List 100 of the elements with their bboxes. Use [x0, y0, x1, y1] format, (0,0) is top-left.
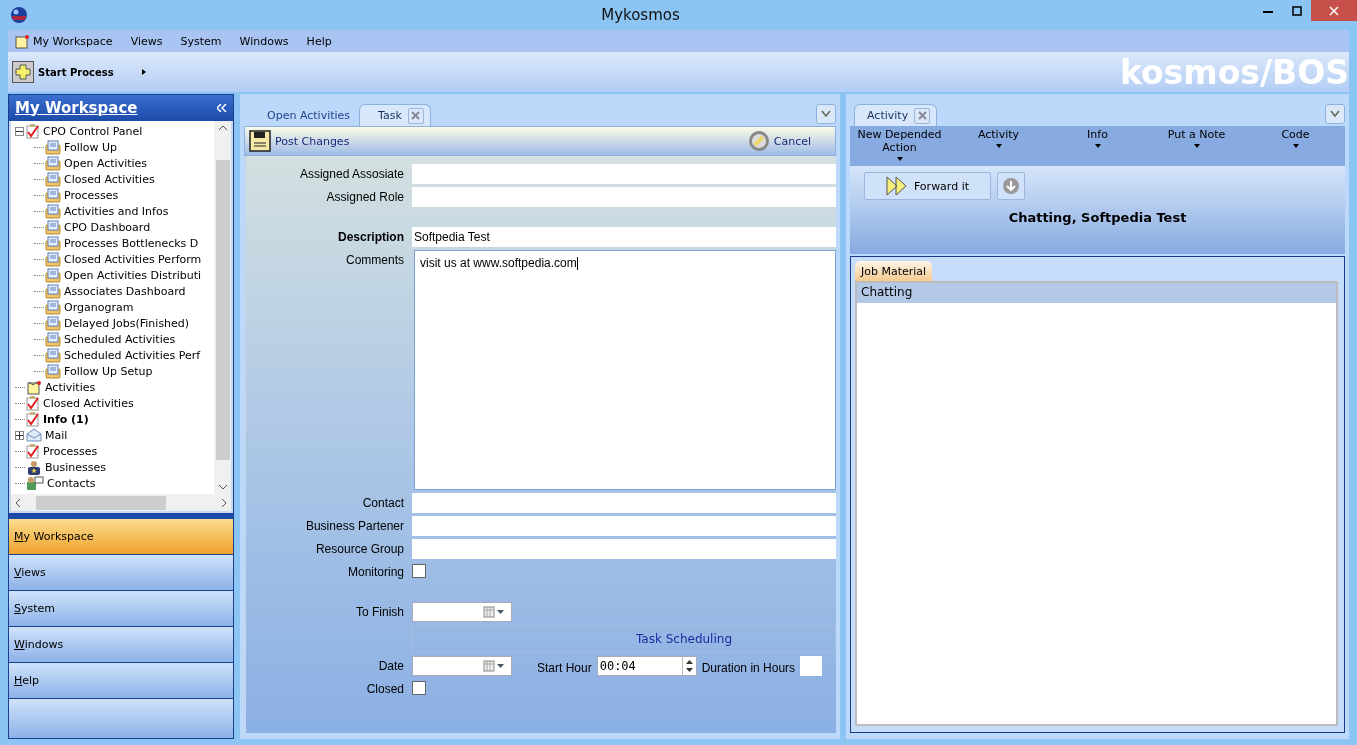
- menu-dropdown[interactable]: Info: [1048, 126, 1147, 166]
- expand-icon[interactable]: [15, 430, 24, 440]
- menu-dropdown[interactable]: Activity: [949, 126, 1048, 166]
- horizontal-scrollbar[interactable]: [11, 494, 231, 511]
- start-process-button[interactable]: Start Process: [12, 61, 114, 83]
- folder-document-icon: [45, 363, 61, 379]
- tree-item[interactable]: CPO Control Panel: [43, 124, 143, 138]
- comments-field[interactable]: visit us at www.softpedia.com: [414, 250, 836, 490]
- menu-item[interactable]: My Workspace: [12, 33, 115, 49]
- tab[interactable]: Open Activities: [248, 104, 358, 126]
- menu-item[interactable]: Views: [128, 34, 165, 48]
- globe-icon: [10, 6, 28, 24]
- chevron-down-icon: [1330, 110, 1340, 118]
- tree-item[interactable]: Scheduled Activities: [64, 332, 176, 346]
- checklist-icon: [26, 411, 40, 427]
- person-icon: [26, 459, 42, 475]
- scroll-left-icon[interactable]: [15, 498, 20, 507]
- tree-item[interactable]: Open Activities: [64, 156, 148, 170]
- maximize-icon: [1291, 5, 1302, 16]
- tree-item[interactable]: Processes: [64, 188, 119, 202]
- tree-item[interactable]: Activities and Infos: [64, 204, 169, 218]
- tree-item[interactable]: Processes Bottlenecks D: [64, 236, 199, 250]
- folder-document-icon: [45, 155, 61, 171]
- tree-item[interactable]: Scheduled Activities Perf: [64, 348, 201, 362]
- tree-item[interactable]: Closed Activities: [64, 172, 155, 186]
- duration-field[interactable]: [800, 656, 823, 676]
- text-field[interactable]: [412, 187, 836, 207]
- time-field[interactable]: 00:04: [596, 656, 697, 676]
- caret-icon[interactable]: [141, 69, 146, 75]
- menu-dropdown[interactable]: Code: [1246, 126, 1345, 166]
- menu-item[interactable]: Help: [304, 34, 334, 48]
- field-label: Resource Group: [314, 541, 404, 556]
- text-field[interactable]: [412, 493, 836, 513]
- scroll-right-icon[interactable]: [222, 498, 227, 507]
- field-label: Description: [337, 229, 404, 244]
- tree-item[interactable]: Businesses: [45, 460, 106, 474]
- date-picker[interactable]: [412, 602, 512, 622]
- scroll-up-icon[interactable]: [218, 125, 227, 130]
- text-field[interactable]: [412, 164, 836, 184]
- tree-item[interactable]: Closed Activities Perform: [64, 252, 202, 266]
- tree-item[interactable]: Contacts: [47, 476, 96, 490]
- tree-item[interactable]: Open Activities Distributi: [64, 268, 202, 282]
- field-label: Closed: [365, 681, 404, 696]
- envelope-icon: [26, 428, 42, 442]
- scroll-down-icon[interactable]: [218, 485, 227, 490]
- contact-card-icon: [26, 475, 44, 491]
- cancel-button[interactable]: Cancel: [747, 130, 831, 152]
- date-picker[interactable]: [412, 656, 512, 676]
- tab[interactable]: Activity: [854, 104, 938, 126]
- tree-item[interactable]: Delayed Jobs(Finished): [64, 316, 190, 330]
- tab-menu-button[interactable]: [816, 104, 836, 124]
- tree-item[interactable]: Mail: [45, 428, 68, 442]
- nav-button[interactable]: Views: [9, 555, 233, 591]
- folder-document-icon: [45, 347, 61, 363]
- vertical-scrollbar[interactable]: [214, 121, 231, 494]
- text-field[interactable]: [412, 516, 836, 536]
- tab-menu-button[interactable]: [1325, 104, 1345, 124]
- field-label: Assigned Assosiate: [298, 166, 404, 181]
- spinner-icon[interactable]: [681, 657, 696, 675]
- menu-dropdown[interactable]: New Depended Action: [850, 126, 949, 166]
- checklist-icon: [26, 443, 40, 459]
- nav-button[interactable]: System: [9, 591, 233, 627]
- menu-item[interactable]: Windows: [237, 34, 291, 48]
- forward-button[interactable]: Forward it: [864, 172, 991, 200]
- notepad-icon: [14, 33, 30, 49]
- tree-item[interactable]: Associates Dashboard: [64, 284, 186, 298]
- tab[interactable]: Task: [359, 104, 431, 126]
- tree-item[interactable]: Info (1): [43, 412, 89, 426]
- plus-icon: [12, 61, 34, 83]
- tab[interactable]: Job Material: [855, 261, 933, 281]
- post-changes-button[interactable]: Post Changes: [249, 130, 370, 152]
- close-tab-icon[interactable]: [407, 107, 424, 124]
- menu-item[interactable]: System: [178, 34, 224, 48]
- tree-item[interactable]: Follow Up Setup: [64, 364, 153, 378]
- folder-document-icon: [45, 299, 61, 315]
- field-label: Contact: [361, 495, 404, 510]
- text-field[interactable]: Softpedia Test: [412, 227, 836, 247]
- down-button[interactable]: [997, 172, 1025, 200]
- checklist-icon: [26, 123, 40, 139]
- text-field[interactable]: [412, 539, 836, 559]
- tree-item[interactable]: Follow Up: [64, 140, 118, 154]
- nav-button[interactable]: Help: [9, 663, 233, 699]
- close-tab-icon[interactable]: [914, 107, 931, 124]
- tree-item[interactable]: CPO Dashboard: [64, 220, 151, 234]
- checkbox[interactable]: [412, 681, 426, 695]
- menu-dropdown[interactable]: Put a Note: [1147, 126, 1246, 166]
- field-label: Start Hour: [537, 659, 592, 675]
- field-label: Date: [377, 658, 404, 673]
- tree-item[interactable]: Closed Activities: [43, 396, 134, 410]
- checklist-icon: [26, 395, 40, 411]
- window-title: Mykosmos: [600, 6, 681, 24]
- tree-item[interactable]: Processes: [43, 444, 98, 458]
- sidebar-title: My Workspace: [15, 99, 138, 117]
- nav-button[interactable]: Windows: [9, 627, 233, 663]
- checkbox[interactable]: [412, 564, 426, 578]
- nav-button[interactable]: My Workspace: [9, 519, 233, 555]
- folder-document-icon: [45, 315, 61, 331]
- collapse-icon[interactable]: [15, 126, 24, 136]
- tree-item[interactable]: Organogram: [64, 300, 134, 314]
- tree-item[interactable]: Activities: [45, 380, 96, 394]
